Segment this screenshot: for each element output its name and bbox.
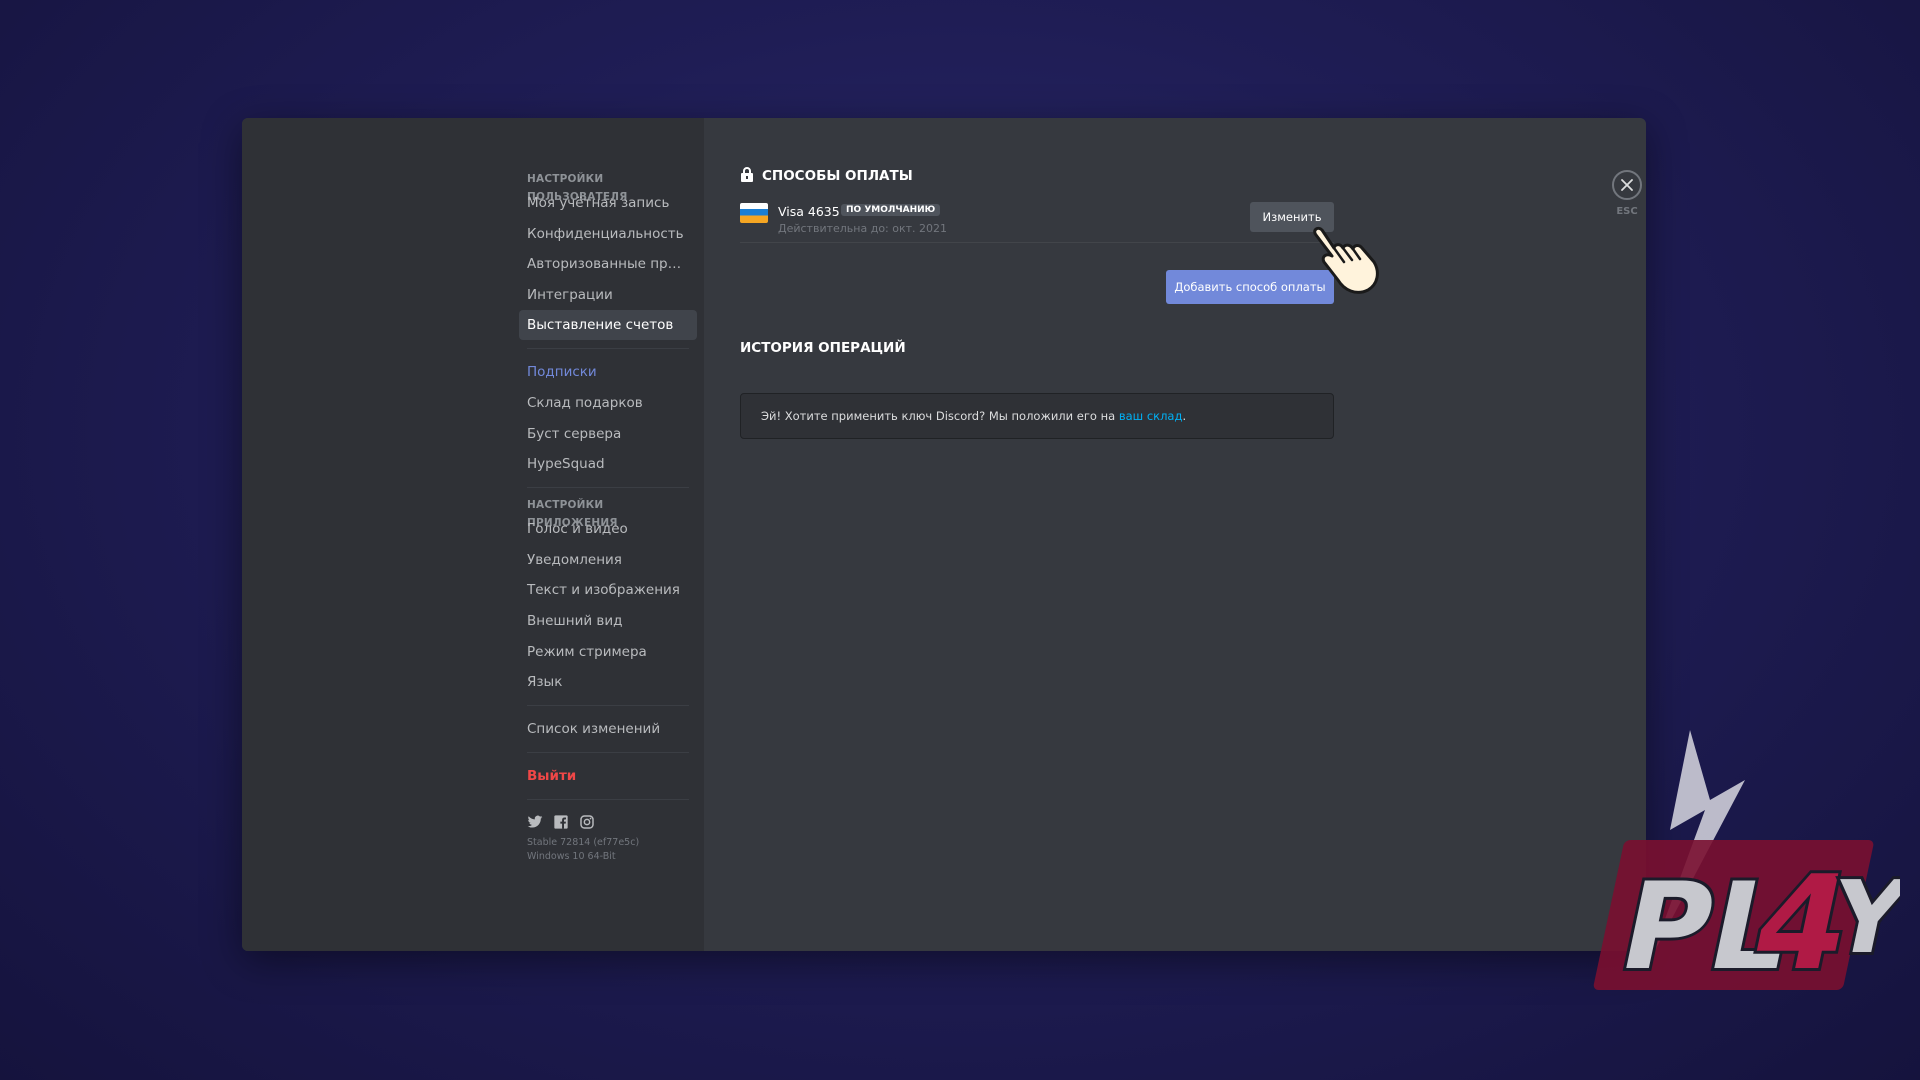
billing-panel: СПОСОБЫ ОПЛАТЫ Visa 4635 ПО УМОЛЧАНИЮ Де… xyxy=(740,166,1334,439)
sidebar-item-language[interactable]: Язык xyxy=(519,667,697,697)
card-expiry: Действительна до: окт. 2021 xyxy=(778,222,948,235)
sidebar-item-text-images[interactable]: Текст и изображения xyxy=(519,575,697,605)
pointer-hand-icon xyxy=(1312,222,1384,306)
payment-methods-title: СПОСОБЫ ОПЛАТЫ xyxy=(740,166,1334,186)
close-icon xyxy=(1621,179,1633,191)
divider xyxy=(527,799,689,801)
notice-text: Эй! Хотите применить ключ Discord? Мы по… xyxy=(761,409,1116,423)
close-settings: ESC xyxy=(1610,170,1644,217)
build-info: Stable 72814 (ef77e5c) Windows 10 64-Bit xyxy=(519,836,697,864)
add-payment-method-button[interactable]: Добавить способ оплаты xyxy=(1166,270,1334,304)
inventory-link[interactable]: ваш склад xyxy=(1119,409,1183,423)
sidebar-item-hypesquad[interactable]: HypeSquad xyxy=(519,449,697,479)
sidebar-item-privacy[interactable]: Конфиденциальность xyxy=(519,219,697,249)
sidebar-item-integrations[interactable]: Интеграции xyxy=(519,280,697,310)
transaction-history-title: ИСТОРИЯ ОПЕРАЦИЙ xyxy=(740,340,906,356)
social-links xyxy=(519,808,697,836)
play-logo: PL 4 Y xyxy=(1500,720,1920,1064)
sidebar-item-changelog[interactable]: Список изменений xyxy=(519,714,697,744)
settings-nav: НАСТРОЙКИ ПОЛЬЗОВАТЕЛЯ Моя учётная запис… xyxy=(519,170,697,864)
sidebar-item-billing[interactable]: Выставление счетов xyxy=(519,310,697,341)
divider xyxy=(527,752,689,754)
visa-card-icon xyxy=(740,203,768,223)
divider xyxy=(527,705,689,707)
lock-icon xyxy=(740,166,754,186)
sidebar-item-appearance[interactable]: Внешний вид xyxy=(519,606,697,636)
sidebar-item-my-account[interactable]: Моя учётная запись xyxy=(519,188,697,218)
sidebar-item-streamer-mode[interactable]: Режим стримера xyxy=(519,637,697,667)
facebook-icon[interactable] xyxy=(553,814,569,830)
notice-end: . xyxy=(1182,409,1187,423)
instagram-icon[interactable] xyxy=(579,814,595,830)
app-settings-header: НАСТРОЙКИ ПРИЛОЖЕНИЯ xyxy=(527,499,618,530)
sidebar-item-subscriptions[interactable]: Подписки xyxy=(519,357,697,387)
close-button[interactable] xyxy=(1612,170,1642,200)
sidebar-item-notifications[interactable]: Уведомления xyxy=(519,545,697,575)
sidebar-item-voice-video[interactable]: Голос и видео xyxy=(519,514,697,544)
divider xyxy=(527,348,689,350)
gift-inventory-notice: Эй! Хотите применить ключ Discord? Мы по… xyxy=(740,393,1334,439)
sidebar-item-gift-inventory[interactable]: Склад подарков xyxy=(519,388,697,418)
user-settings-header: НАСТРОЙКИ ПОЛЬЗОВАТЕЛЯ xyxy=(527,173,628,203)
twitter-icon[interactable] xyxy=(527,814,543,830)
settings-window: НАСТРОЙКИ ПОЛЬЗОВАТЕЛЯ Моя учётная запис… xyxy=(242,118,1646,951)
sidebar-item-server-boost[interactable]: Буст сервера xyxy=(519,419,697,449)
sidebar-item-authorized-apps[interactable]: Авторизованные прил... xyxy=(519,249,697,279)
esc-label: ESC xyxy=(1616,206,1638,217)
default-badge: ПО УМОЛЧАНИЮ xyxy=(841,204,941,216)
build-version: Stable 72814 (ef77e5c) xyxy=(527,837,640,849)
card-name: Visa 4635 xyxy=(778,204,840,219)
logout-button[interactable]: Выйти xyxy=(519,761,697,791)
settings-sidebar: НАСТРОЙКИ ПОЛЬЗОВАТЕЛЯ Моя учётная запис… xyxy=(242,118,704,951)
build-os: Windows 10 64-Bit xyxy=(527,851,616,863)
payment-card-row: Visa 4635 ПО УМОЛЧАНИЮ Действительна до:… xyxy=(740,200,1334,243)
divider xyxy=(527,487,689,489)
payment-methods-label: СПОСОБЫ ОПЛАТЫ xyxy=(762,168,913,184)
